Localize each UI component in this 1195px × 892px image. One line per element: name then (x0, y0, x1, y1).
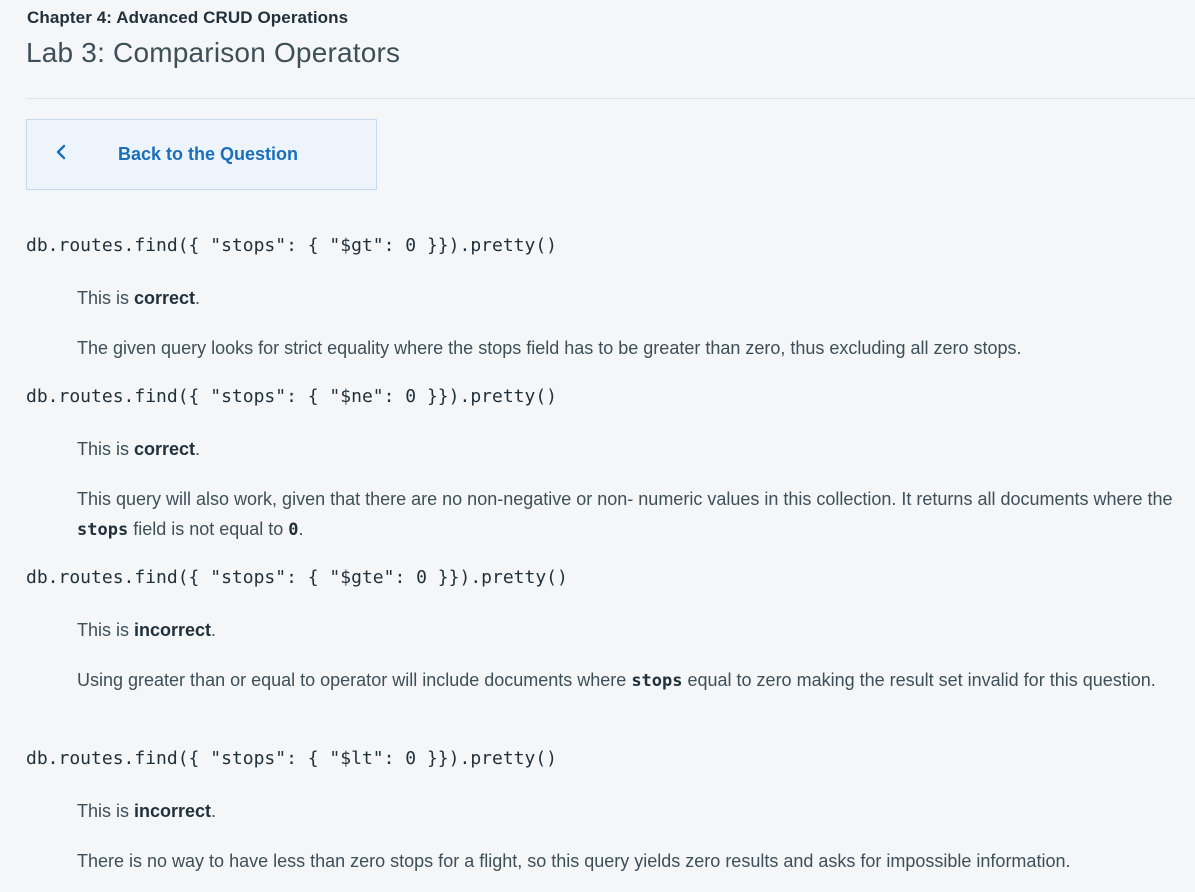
header-divider (26, 98, 1195, 99)
back-to-question-button[interactable]: Back to the Question (26, 119, 377, 190)
inline-code: stops (631, 671, 683, 691)
answer-verdict: This is correct. (77, 439, 201, 459)
lab-page: Chapter 4: Advanced CRUD Operations Lab … (0, 0, 1195, 892)
answer-verdict: This is correct. (77, 288, 201, 308)
answer-explanation: Using greater than or equal to operator … (77, 670, 1156, 691)
answer-verdict: This is incorrect. (77, 801, 217, 821)
inline-code: 0 (288, 520, 299, 540)
verdict-word: incorrect (134, 620, 212, 640)
answer-code: db.routes.find({ "stops": { "$ne": 0 }})… (26, 386, 558, 407)
answer-code: db.routes.find({ "stops": { "$gte": 0 }}… (26, 567, 568, 588)
verdict-word: correct (134, 288, 196, 308)
answer-verdict: This is incorrect. (77, 620, 217, 640)
answer-code: db.routes.find({ "stops": { "$gt": 0 }})… (26, 235, 558, 256)
verdict-word: incorrect (134, 801, 212, 821)
answer-explanation: There is no way to have less than zero s… (77, 851, 1071, 871)
back-button-label: Back to the Question (118, 144, 299, 164)
answer-code: db.routes.find({ "stops": { "$lt": 0 }})… (26, 748, 558, 769)
answer-explanation: This query will also work, given that th… (77, 489, 1173, 540)
chevron-left-icon (56, 144, 66, 160)
chapter-heading: Chapter 4: Advanced CRUD Operations (27, 8, 349, 27)
verdict-word: correct (134, 439, 196, 459)
page-title: Lab 3: Comparison Operators (26, 37, 401, 68)
inline-code: stops (77, 520, 129, 540)
answer-explanation: The given query looks for strict equalit… (77, 338, 1022, 358)
